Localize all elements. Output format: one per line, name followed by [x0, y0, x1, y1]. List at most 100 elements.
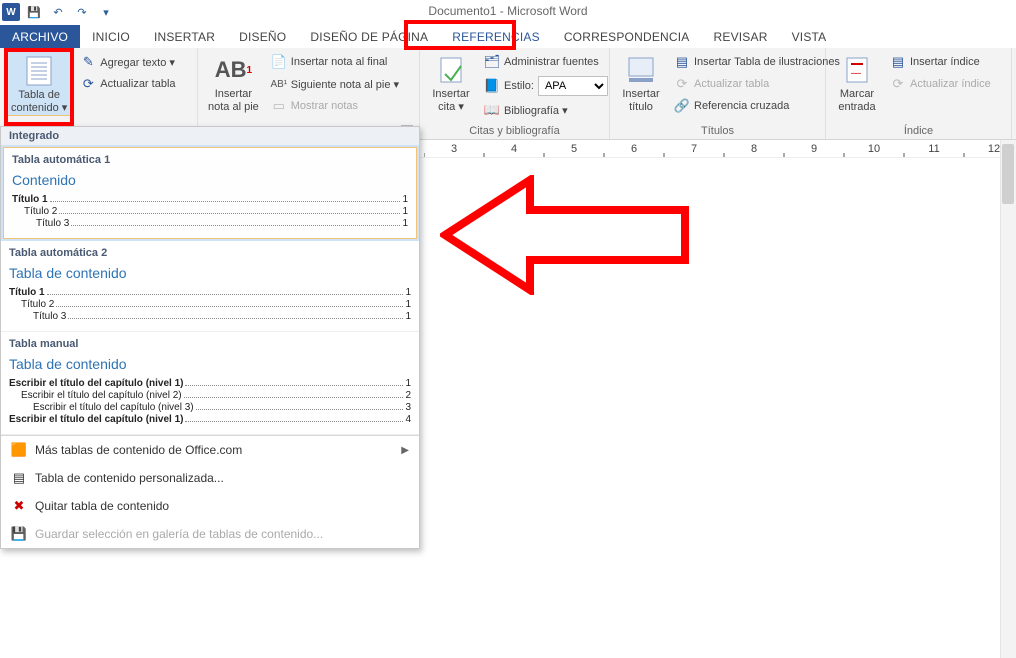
- toc-preview-line: Título 21: [12, 206, 408, 217]
- vertical-scrollbar[interactable]: [1000, 140, 1016, 658]
- citation-icon: [435, 54, 467, 86]
- remove-toc-label: Quitar tabla de contenido: [35, 499, 169, 513]
- gallery-item-auto2-title: Tabla de contenido: [9, 265, 411, 281]
- ruler-tick: 5: [544, 145, 604, 157]
- mark-entry-label: Marcar entrada: [838, 88, 875, 114]
- crossref-label: Referencia cruzada: [694, 100, 789, 112]
- update-index-button: ⟳ Actualizar índice: [886, 74, 995, 94]
- gallery-footer: 🟧 Más tablas de contenido de Office.com …: [1, 435, 419, 548]
- remove-toc-button[interactable]: ✖ Quitar tabla de contenido: [1, 492, 419, 520]
- ribbon-tabs: ARCHIVO INICIO INSERTAR DISEÑO DISEÑO DE…: [0, 24, 1016, 48]
- group-label-citations: Citas y bibliografía: [424, 123, 605, 139]
- tab-mailings[interactable]: CORRESPONDENCIA: [552, 25, 702, 48]
- toc-preview-line: Escribir el título del capítulo (nivel 1…: [9, 378, 411, 389]
- toc-preview-line: Título 21: [9, 299, 411, 310]
- scrollbar-thumb[interactable]: [1002, 144, 1014, 204]
- gallery-item-auto1[interactable]: Tabla automática 1 Contenido Título 11Tí…: [3, 147, 417, 239]
- insert-endnote-label: Insertar nota al final: [291, 56, 388, 68]
- more-toc-office-label: Más tablas de contenido de Office.com: [35, 443, 242, 457]
- add-text-button[interactable]: ✎ Agregar texto ▾: [76, 52, 179, 72]
- gallery-item-manual[interactable]: Tabla manual Tabla de contenido Escribir…: [1, 332, 419, 435]
- insert-endnote-button[interactable]: 📄 Insertar nota al final: [267, 52, 403, 72]
- style-icon: 📘: [484, 78, 500, 94]
- toc-button-label: Tabla de contenido ▾: [11, 89, 67, 115]
- toc-preview-line: Escribir el título del capítulo (nivel 3…: [9, 402, 411, 413]
- gallery-item-manual-title: Tabla de contenido: [9, 356, 411, 372]
- quick-access-toolbar: W 💾 ↶ ↷ ▾: [0, 2, 116, 22]
- insert-citation-button[interactable]: Insertar cita ▾: [424, 50, 478, 114]
- update-toc-button[interactable]: ⟳ Actualizar tabla: [76, 74, 179, 94]
- ruler-tick: 10: [844, 145, 904, 157]
- add-text-icon: ✎: [80, 54, 96, 70]
- custom-toc-label: Tabla de contenido personalizada...: [35, 471, 224, 485]
- insert-caption-button[interactable]: Insertar título: [614, 50, 668, 114]
- insert-citation-label: Insertar cita ▾: [432, 88, 469, 114]
- insert-index-label: Insertar índice: [910, 56, 980, 68]
- insert-footnote-button[interactable]: AB1 Insertar nota al pie: [202, 50, 265, 114]
- toc-preview-line: Título 11: [12, 194, 408, 205]
- tab-file[interactable]: ARCHIVO: [0, 25, 80, 48]
- gallery-item-auto1-title: Contenido: [12, 172, 408, 188]
- next-footnote-label: Siguiente nota al pie ▾: [291, 78, 399, 91]
- horizontal-ruler[interactable]: 34567891011121314: [420, 140, 1016, 158]
- style-label: Estilo:: [504, 80, 534, 92]
- bibliography-icon: 📖: [484, 102, 500, 118]
- tab-insert[interactable]: INSERTAR: [142, 25, 227, 48]
- next-footnote-button[interactable]: AB¹ Siguiente nota al pie ▾: [267, 74, 403, 94]
- update-toc-icon: ⟳: [80, 76, 96, 92]
- style-select[interactable]: APA: [538, 76, 608, 96]
- bibliography-label: Bibliografía ▾: [504, 104, 568, 117]
- endnote-icon: 📄: [271, 54, 287, 70]
- add-text-label: Agregar texto ▾: [100, 56, 175, 69]
- gallery-item-auto1-name: Tabla automática 1: [12, 154, 408, 166]
- insert-illus-table-button[interactable]: ▤Insertar Tabla de ilustraciones: [670, 52, 844, 72]
- gallery-item-auto2-name: Tabla automática 2: [9, 247, 411, 259]
- annotation-arrow: [440, 175, 690, 295]
- toc-button[interactable]: Tabla de contenido ▾: [4, 50, 74, 116]
- mark-entry-button[interactable]: — Marcar entrada: [830, 50, 884, 114]
- redo-icon[interactable]: ↷: [72, 2, 92, 22]
- crossref-button[interactable]: 🔗 Referencia cruzada: [670, 96, 844, 116]
- save-icon[interactable]: 💾: [24, 2, 44, 22]
- tab-layout[interactable]: DISEÑO DE PÁGINA: [298, 25, 440, 48]
- gallery-item-auto1-preview: Título 11Título 21Título 31: [12, 194, 408, 229]
- crossref-icon: 🔗: [674, 98, 690, 114]
- update-index-label: Actualizar índice: [910, 78, 991, 90]
- tab-home[interactable]: INICIO: [80, 25, 142, 48]
- toc-preview-line: Escribir el título del capítulo (nivel 2…: [9, 390, 411, 401]
- qat-customize-icon[interactable]: ▾: [96, 2, 116, 22]
- custom-toc-button[interactable]: ▤ Tabla de contenido personalizada...: [1, 464, 419, 492]
- custom-toc-icon: ▤: [11, 470, 27, 486]
- next-footnote-icon: AB¹: [271, 76, 287, 92]
- update-toc-label: Actualizar tabla: [100, 78, 175, 90]
- save-selection-label: Guardar selección en galería de tablas d…: [35, 527, 323, 541]
- word-app-icon: W: [2, 3, 20, 21]
- update-index-icon: ⟳: [890, 76, 906, 92]
- toc-icon: [23, 55, 55, 87]
- tab-view[interactable]: VISTA: [780, 25, 839, 48]
- group-citations: Insertar cita ▾ 🗂Administrar fuentes 📘 E…: [420, 48, 610, 139]
- bibliography-button[interactable]: 📖 Bibliografía ▾: [480, 100, 612, 120]
- insert-illus-table-label: Insertar Tabla de ilustraciones: [694, 56, 840, 68]
- update-captions-icon: ⟳: [674, 76, 690, 92]
- tab-review[interactable]: REVISAR: [702, 25, 780, 48]
- tab-design[interactable]: DISEÑO: [227, 25, 298, 48]
- manage-sources-button[interactable]: 🗂Administrar fuentes: [480, 52, 612, 72]
- toc-preview-line: Título 11: [9, 287, 411, 298]
- undo-icon[interactable]: ↶: [48, 2, 68, 22]
- save-selection-icon: 💾: [11, 526, 27, 542]
- group-label-index: Índice: [830, 123, 1007, 139]
- tab-references[interactable]: REFERENCIAS: [440, 25, 552, 48]
- insert-footnote-label: Insertar nota al pie: [208, 88, 259, 114]
- toc-preview-line: Título 31: [9, 311, 411, 322]
- group-label-captions: Títulos: [614, 123, 821, 139]
- ruler-tick: 11: [904, 145, 964, 157]
- ruler-tick: 7: [664, 145, 724, 157]
- gallery-item-auto2[interactable]: Tabla automática 2 Tabla de contenido Tí…: [1, 241, 419, 332]
- toc-preview-line: Título 31: [12, 218, 408, 229]
- submenu-arrow-icon: ▶: [401, 445, 409, 456]
- ruler-tick: 6: [604, 145, 664, 157]
- insert-index-button[interactable]: ▤Insertar índice: [886, 52, 995, 72]
- more-toc-office-button[interactable]: 🟧 Más tablas de contenido de Office.com …: [1, 436, 419, 464]
- style-row: 📘 Estilo: APA: [480, 74, 612, 98]
